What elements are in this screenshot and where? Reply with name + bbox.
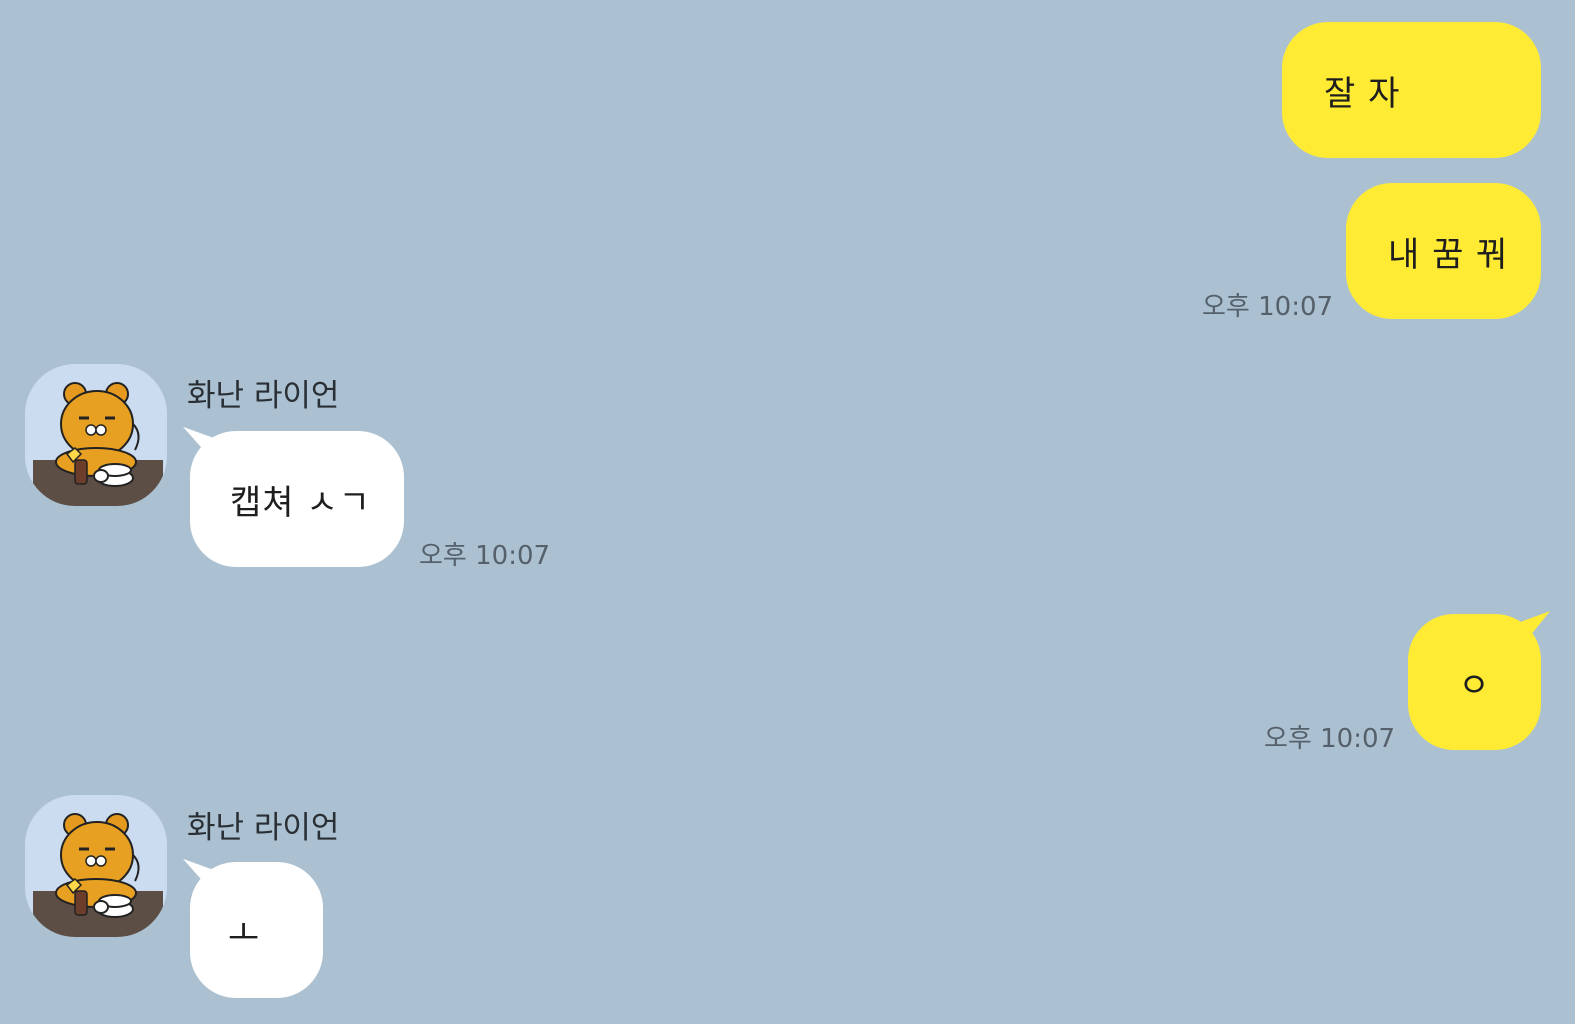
sender-name: 화난 라이언	[187, 810, 340, 846]
sender-name: 화난 라이언	[187, 378, 340, 414]
my-message-bubble[interactable]: 잘 자	[1282, 22, 1541, 158]
sender-avatar[interactable]	[25, 795, 167, 937]
message-text: 잘 자	[1324, 73, 1401, 114]
chat-area[interactable]: 잘 자 내 꿈 꿔 오후 10:07 화난 라이언 캡쳐 ㅅㄱ 오후 10:07	[0, 0, 1575, 1024]
message-text: 내 꿈 꿔	[1388, 234, 1509, 275]
message-time: 오후 10:07	[1264, 724, 1396, 754]
their-message-bubble[interactable]: ㅗ	[190, 862, 323, 998]
message-time: 오후 10:07	[419, 541, 551, 571]
message-text: ㅇ	[1458, 665, 1491, 706]
bubble-tail	[1518, 611, 1550, 651]
ryan-avatar-icon	[33, 813, 163, 937]
sender-avatar[interactable]	[25, 364, 167, 506]
message-text: ㅗ	[228, 913, 261, 954]
message-text: 캡쳐 ㅅㄱ	[230, 482, 371, 523]
message-time: 오후 10:07	[1202, 292, 1334, 322]
my-message-bubble[interactable]: 내 꿈 꿔	[1346, 183, 1541, 319]
ryan-avatar-icon	[33, 382, 163, 506]
their-message-bubble[interactable]: 캡쳐 ㅅㄱ	[190, 431, 404, 567]
